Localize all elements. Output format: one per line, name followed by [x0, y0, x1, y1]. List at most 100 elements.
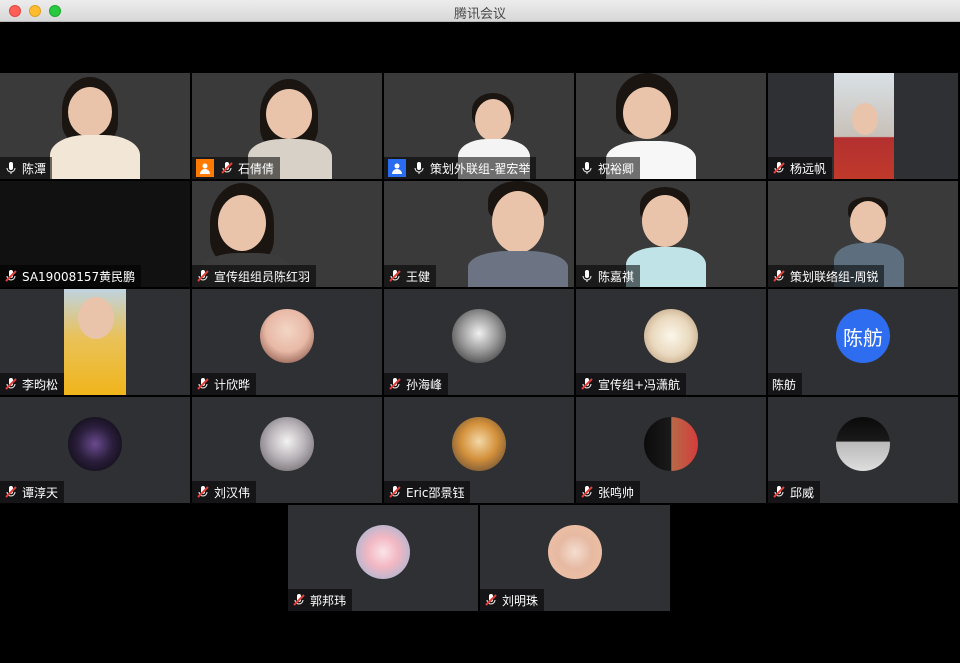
participant-name: 计欣晔 [214, 377, 251, 392]
avatar [260, 417, 314, 471]
participant-label: 陈舫 [768, 373, 803, 395]
cohost-badge-icon [388, 159, 406, 177]
participant-tile[interactable]: 刘明珠 [480, 505, 670, 611]
mic-muted-icon [773, 270, 785, 282]
avatar [452, 417, 506, 471]
participant-label: 谭淳天 [0, 481, 65, 503]
participant-label: 计欣晔 [192, 373, 257, 395]
participant-tile[interactable]: Eric邵景钰 [384, 397, 574, 503]
avatar [644, 309, 698, 363]
mic-muted-icon [581, 378, 593, 390]
participant-tile[interactable]: 邱威 [768, 397, 958, 503]
participant-name: 杨远帆 [790, 161, 827, 176]
mic-muted-icon [197, 378, 209, 390]
participant-tile[interactable]: 郭邦玮 [288, 505, 478, 611]
participant-name: 谭淳天 [22, 485, 59, 500]
mic-muted-icon [221, 162, 233, 174]
participant-label: 杨远帆 [768, 157, 833, 179]
participant-name: 郭邦玮 [310, 593, 347, 608]
avatar [356, 525, 410, 579]
participant-name: 陈潭 [22, 161, 47, 176]
participant-tile[interactable]: 宣传组组员陈红羽 [192, 181, 382, 287]
avatar [548, 525, 602, 579]
participant-label: 王健 [384, 265, 437, 287]
mic-muted-icon [389, 378, 401, 390]
participant-name: Eric邵景钰 [406, 485, 465, 500]
participant-tile[interactable]: 祝裕卿 [576, 73, 766, 179]
window-titlebar: 腾讯会议 [0, 0, 960, 22]
participant-name: 李昀松 [22, 377, 59, 392]
avatar [260, 309, 314, 363]
mic-muted-icon [5, 378, 17, 390]
mic-icon [582, 162, 592, 174]
participant-tile[interactable]: 张鸣帅 [576, 397, 766, 503]
participant-label: 郭邦玮 [288, 589, 353, 611]
participant-name: 刘汉伟 [214, 485, 251, 500]
participant-label: 宣传组组员陈红羽 [192, 265, 317, 287]
participant-tile[interactable]: 陈嘉祺 [576, 181, 766, 287]
participant-name: 策划联络组-周锐 [790, 269, 879, 284]
participant-name: 策划外联组-翟宏举 [430, 161, 531, 176]
participant-name: 石倩倩 [238, 161, 275, 176]
participant-label: Eric邵景钰 [384, 481, 471, 503]
mic-muted-icon [773, 162, 785, 174]
participant-name: 张鸣帅 [598, 485, 635, 500]
participant-name: 王健 [406, 269, 431, 284]
participant-label: 陈潭 [0, 157, 53, 179]
mic-icon [6, 162, 16, 174]
participant-label: 策划外联组-翟宏举 [384, 157, 537, 179]
mic-muted-icon [485, 594, 497, 606]
avatar [644, 417, 698, 471]
participant-label: 孙海峰 [384, 373, 449, 395]
participant-name: 宣传组组员陈红羽 [214, 269, 311, 284]
participant-name: 宣传组+冯潇航 [598, 377, 681, 392]
mic-muted-icon [389, 486, 401, 498]
participant-tile[interactable]: 谭淳天 [0, 397, 190, 503]
participant-label: 陈嘉祺 [576, 265, 641, 287]
mic-muted-icon [197, 270, 209, 282]
participant-tile[interactable]: 宣传组+冯潇航 [576, 289, 766, 395]
participant-tile[interactable]: 李昀松 [0, 289, 190, 395]
participant-name: 祝裕卿 [598, 161, 635, 176]
participant-label: 刘汉伟 [192, 481, 257, 503]
mic-muted-icon [293, 594, 305, 606]
participant-name: SA19008157黄民鹏 [22, 269, 136, 284]
participant-name: 邱威 [790, 485, 815, 500]
participant-tile[interactable]: 王健 [384, 181, 574, 287]
avatar [68, 417, 122, 471]
participant-tile[interactable]: 刘汉伟 [192, 397, 382, 503]
participant-label: SA19008157黄民鹏 [0, 265, 142, 287]
participant-name: 孙海峰 [406, 377, 443, 392]
participant-tile[interactable]: 陈舫 陈舫 [768, 289, 958, 395]
mic-muted-icon [581, 486, 593, 498]
mic-icon [414, 162, 424, 174]
participant-tile[interactable]: 策划外联组-翟宏举 [384, 73, 574, 179]
mic-muted-icon [773, 486, 785, 498]
participant-tile[interactable]: 孙海峰 [384, 289, 574, 395]
video-grid: 陈潭 石倩倩 策划外联组-翟宏举 祝裕卿 杨远帆 SA19008157黄民鹏 宣… [0, 22, 960, 663]
participant-tile[interactable]: 陈潭 [0, 73, 190, 179]
avatar [836, 417, 890, 471]
participant-label: 李昀松 [0, 373, 65, 395]
participant-label: 张鸣帅 [576, 481, 641, 503]
mic-muted-icon [197, 486, 209, 498]
mic-muted-icon [5, 486, 17, 498]
avatar [452, 309, 506, 363]
participant-label: 石倩倩 [192, 157, 281, 179]
participant-label: 邱威 [768, 481, 821, 503]
participant-name: 陈嘉祺 [598, 269, 635, 284]
participant-tile[interactable]: 石倩倩 [192, 73, 382, 179]
participant-tile[interactable]: 计欣晔 [192, 289, 382, 395]
participant-tile[interactable]: 杨远帆 [768, 73, 958, 179]
participant-label: 宣传组+冯潇航 [576, 373, 687, 395]
host-badge-icon [196, 159, 214, 177]
participant-label: 策划联络组-周锐 [768, 265, 885, 287]
participant-label: 祝裕卿 [576, 157, 641, 179]
participant-tile[interactable]: 策划联络组-周锐 [768, 181, 958, 287]
avatar: 陈舫 [836, 309, 890, 363]
mic-muted-icon [389, 270, 401, 282]
participant-name: 陈舫 [772, 377, 797, 392]
participant-label: 刘明珠 [480, 589, 545, 611]
mic-icon [582, 270, 592, 282]
participant-tile[interactable]: SA19008157黄民鹏 [0, 181, 190, 287]
